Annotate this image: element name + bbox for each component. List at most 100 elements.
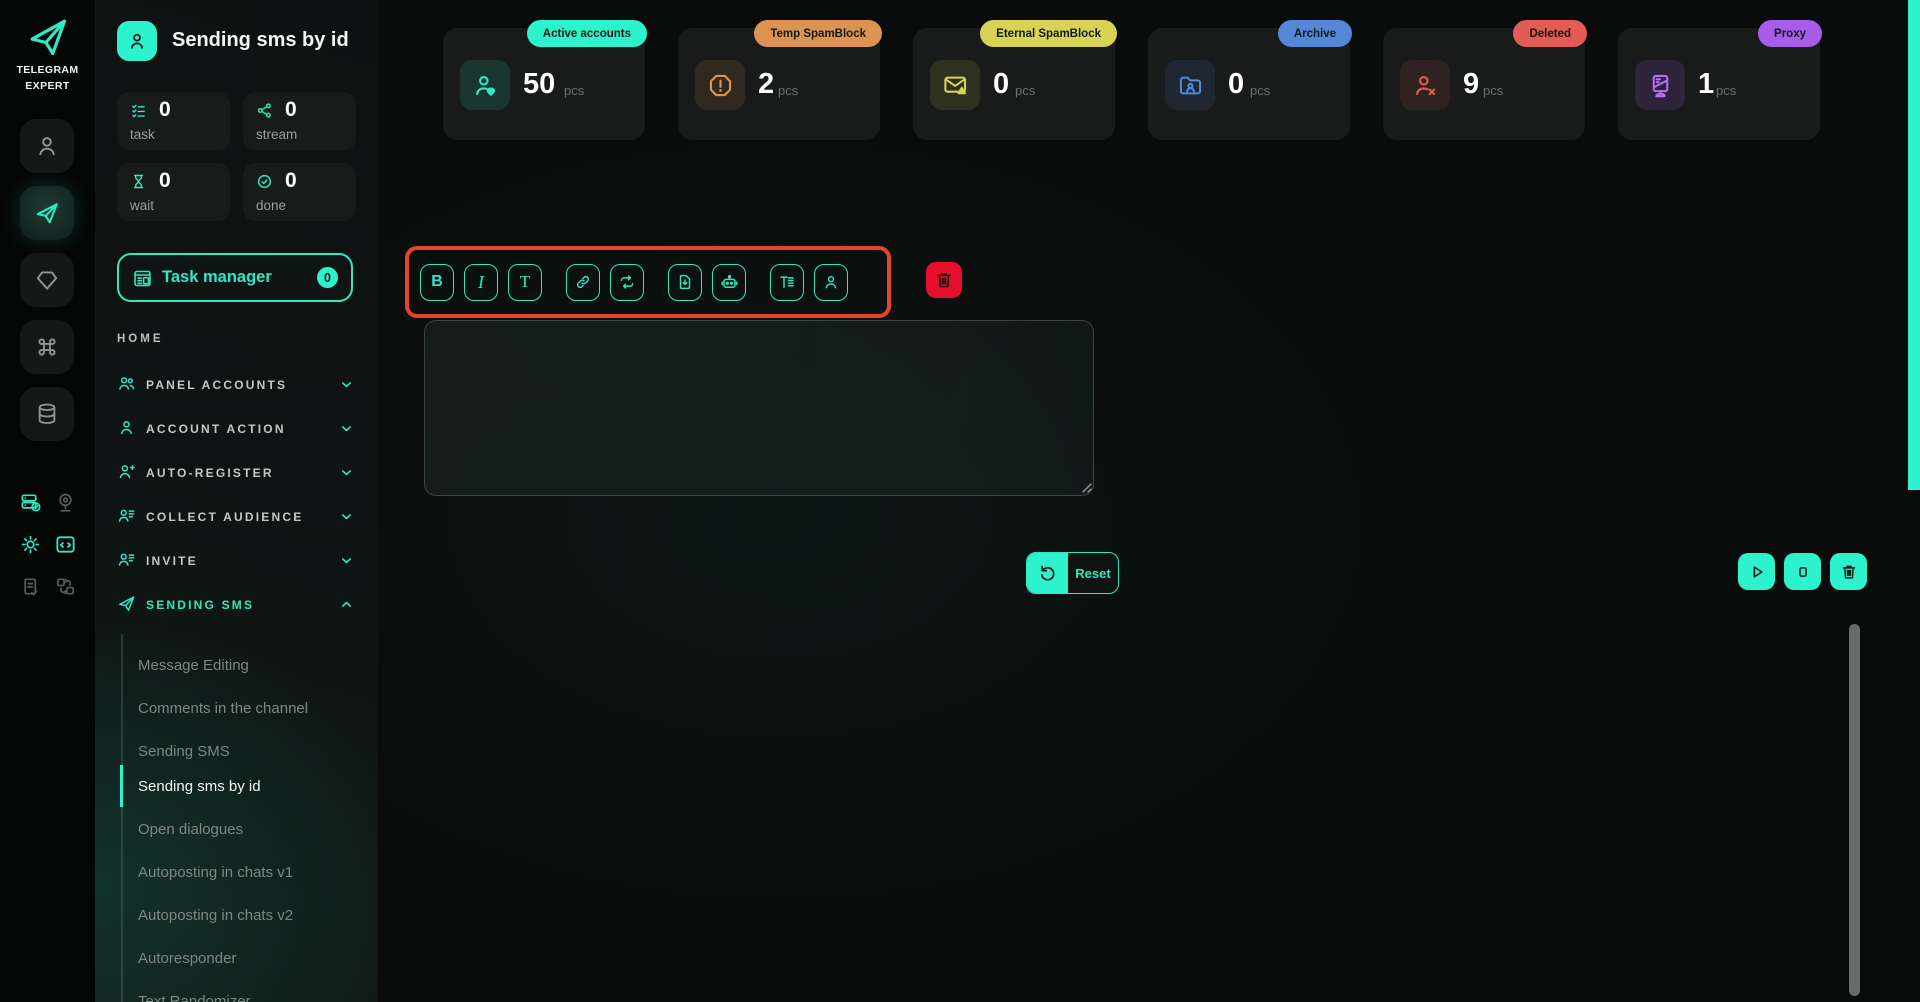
stat-value: 0 [1228, 68, 1245, 100]
sidebar-item-collect-audience[interactable]: COLLECT AUDIENCE [95, 494, 378, 538]
submenu-label: Message Editing [138, 656, 249, 674]
text-toolbar-highlight: B I T [405, 246, 891, 318]
bot-button[interactable] [712, 263, 746, 301]
counter-task: 0 task [117, 92, 230, 150]
webcam-icon [54, 491, 77, 514]
logo-text-line1: TELEGRAM [16, 64, 79, 76]
mention-user-icon [822, 273, 840, 291]
counter-done: 0 done [243, 163, 356, 221]
account-stats-row: Active accounts 50 pcs Temp SpamBlock 2 … [443, 20, 1822, 140]
text-template-icon [778, 273, 796, 291]
submenu-item-message-editing[interactable]: Message Editing [122, 644, 372, 686]
auto-register-icon [117, 462, 136, 481]
rail-database-button[interactable] [20, 387, 74, 441]
text-template-button[interactable] [770, 263, 804, 301]
chevron-down-icon [339, 377, 354, 392]
stat-unit: pcs [1483, 83, 1504, 98]
italic-button[interactable]: I [464, 263, 498, 301]
task-manager-button[interactable]: Task manager 0 [117, 253, 353, 302]
command-icon [34, 334, 60, 360]
submenu-item-autoposting-v2[interactable]: Autoposting in chats v2 [122, 894, 372, 936]
warning-octagon-icon [695, 60, 745, 110]
stat-value: 1 [1698, 68, 1715, 100]
insert-file-button[interactable] [668, 263, 702, 301]
sidebar-item-invite[interactable]: INVITE [95, 538, 378, 582]
reset-settings-button[interactable]: Reset [1026, 552, 1119, 594]
stat-badge: Proxy [1758, 20, 1822, 47]
submenu-item-open-dialogues[interactable]: Open dialogues [122, 808, 372, 850]
stat-card-deleted: Deleted 9 pcs [1383, 20, 1587, 140]
file-insert-icon [676, 273, 694, 291]
counter-done-value: 0 [285, 169, 297, 192]
rail-server-status-button[interactable] [18, 490, 42, 514]
submenu-label: Comments in the channel [138, 699, 309, 717]
rail-profile-button[interactable] [20, 119, 74, 173]
table-scrollbar[interactable] [1849, 624, 1860, 996]
rail-report-button[interactable] [18, 574, 42, 598]
database-icon [34, 401, 60, 427]
stop-button[interactable] [1784, 553, 1821, 590]
submenu-label: Autoposting in chats v2 [138, 906, 294, 924]
link-icon [574, 273, 592, 291]
sidebar-item-account-action[interactable]: ACCOUNT ACTION [95, 406, 378, 450]
stat-value: 0 [993, 68, 1010, 100]
paper-plane-icon [34, 200, 60, 226]
submenu-item-autoresponder[interactable]: Autoresponder [122, 937, 372, 979]
stat-value: 2 [758, 68, 775, 100]
rail-settings-button[interactable] [18, 532, 42, 556]
sidebar-item-auto-register[interactable]: AUTO-REGISTER [95, 450, 378, 494]
counter-stream: 0 stream [243, 92, 356, 150]
page-title: Sending sms by id [172, 29, 349, 51]
clear-log-button[interactable] [1830, 553, 1867, 590]
counter-task-value: 0 [159, 98, 171, 121]
chevron-down-icon [339, 509, 354, 524]
rail-transfer-button[interactable] [53, 574, 77, 598]
message-text-input[interactable] [424, 320, 1094, 496]
hourglass-icon [130, 173, 147, 190]
sending-sms-icon [117, 594, 136, 613]
sidebar-item-sending-sms[interactable]: SENDING SMS [95, 582, 378, 626]
collect-audience-icon [117, 506, 136, 525]
bold-button[interactable]: B [420, 263, 454, 301]
document-check-icon [19, 575, 42, 598]
chevron-down-icon [339, 465, 354, 480]
mention-user-button[interactable] [814, 263, 848, 301]
submenu-label: Autoresponder [138, 949, 237, 967]
submenu-item-text-randomizer[interactable]: Text Randomizer [122, 980, 372, 1002]
server-check-icon [19, 491, 42, 514]
repeat-icon [618, 273, 636, 291]
sidebar-item-label: COLLECT AUDIENCE [146, 510, 304, 524]
title-text-button[interactable]: T [508, 263, 542, 301]
paper-plane-logo-icon [0, 14, 95, 60]
submenu-label: Open dialogues [138, 820, 244, 838]
page-scrollbar-thumb[interactable] [1908, 0, 1920, 490]
stat-badge: Temp SpamBlock [754, 20, 882, 47]
proxy-server-icon [1635, 60, 1685, 110]
rail-sending-button[interactable] [20, 186, 74, 240]
counter-done-label: done [256, 198, 287, 213]
sidebar-item-label: ACCOUNT ACTION [146, 422, 286, 436]
rail-premium-button[interactable] [20, 253, 74, 307]
chevron-down-icon [339, 553, 354, 568]
stat-card-eternal-spamblock: Eternal SpamBlock 0 pcs [913, 20, 1117, 140]
rail-code-window-button[interactable] [53, 532, 77, 556]
rail-webcam-button[interactable] [53, 490, 77, 514]
done-icon [256, 173, 273, 190]
submenu-item-autoposting-v1[interactable]: Autoposting in chats v1 [122, 851, 372, 893]
start-button[interactable] [1738, 553, 1775, 590]
stat-value: 50 [523, 68, 556, 100]
stop-icon [1794, 563, 1812, 581]
bold-icon: B [431, 273, 443, 290]
stat-badge: Eternal SpamBlock [980, 20, 1117, 47]
submenu-item-comments-in-channel[interactable]: Comments in the channel [122, 687, 372, 729]
rail-commands-button[interactable] [20, 320, 74, 374]
main-content [378, 0, 1920, 1002]
italic-icon: I [478, 271, 484, 292]
submenu-item-sending-sms-by-id[interactable]: Sending sms by id [120, 765, 372, 807]
clear-text-button[interactable] [926, 262, 962, 298]
repeat-button[interactable] [610, 263, 644, 301]
link-button[interactable] [566, 263, 600, 301]
submenu-label: Autoposting in chats v1 [138, 863, 294, 881]
sidebar-item-panel-accounts[interactable]: PANEL ACCOUNTS [95, 362, 378, 406]
play-icon [1748, 563, 1766, 581]
